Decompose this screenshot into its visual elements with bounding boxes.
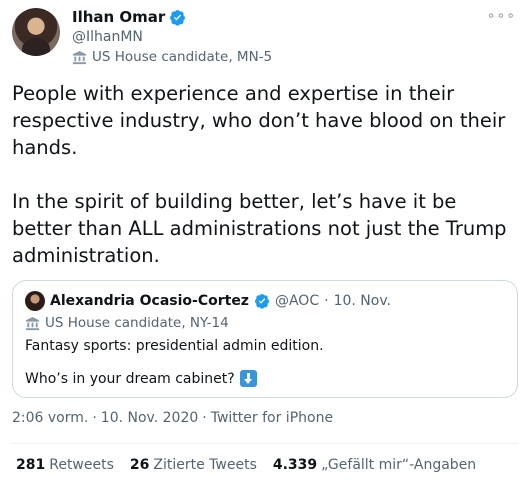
quote-tweets-stat[interactable]: 26 Zitierte Tweets [130,457,257,473]
tweet-date[interactable]: 10. Nov. 2020 [101,410,198,426]
stat-label: Zitierte Tweets [153,457,257,473]
tweet-header: Ilhan Omar @IlhanMN US House candidate, … [12,8,518,68]
stat-number: 26 [129,457,150,473]
author-label-text: US House candidate, MN-5 [92,49,273,65]
quoted-author-label-text: US House candidate, NY-14 [45,315,229,331]
retweets-stat[interactable]: 281 Retweets [16,457,114,473]
tweet-time[interactable]: 2:06 vorm. [12,410,88,426]
quoted-text-line2-row: Who’s in your dream cabinet? [25,370,257,387]
quoted-separator: · [324,293,329,309]
quoted-tweet-header: Alexandria Ocasio-Cortez @AOC · 10. Nov. [25,291,391,311]
quoted-date: 10. Nov. [333,293,391,309]
quoted-avatar [25,291,45,311]
tweet-text: People with experience and expertise in … [12,82,507,267]
author-name-row[interactable]: Ilhan Omar [72,8,186,26]
quoted-author-label: US House candidate, NY-14 [25,315,229,331]
meta-separator: · [92,410,97,426]
quoted-author-handle: @AOC [274,293,320,309]
stat-label: Retweets [49,457,114,473]
likes-stat[interactable]: 4.339 „Gefällt mir“-Angaben [273,457,476,473]
tweet-meta: 2:06 vorm. · 10. Nov. 2020 · Twitter for… [12,410,333,426]
author-name[interactable]: Ilhan Omar [72,8,165,26]
down-arrow-icon [239,370,257,387]
tweet-stats: 281 Retweets 26 Zitierte Tweets 4.339 „G… [16,457,476,473]
quoted-text-line2: Who’s in your dream cabinet? [25,370,235,387]
government-building-icon [25,316,40,330]
avatar[interactable] [12,8,60,56]
more-dots-icon[interactable]: ∘∘∘ [487,8,516,24]
author-handle[interactable]: @IlhanMN [72,29,143,45]
stat-number: 281 [16,457,46,473]
meta-separator: · [202,410,207,426]
tweet-source[interactable]: Twitter for iPhone [211,410,333,426]
stat-number: 4.339 [272,457,318,473]
quoted-tweet[interactable]: Alexandria Ocasio-Cortez @AOC · 10. Nov.… [12,280,518,398]
government-building-icon [72,50,87,64]
author-label: US House candidate, MN-5 [72,49,272,65]
divider [12,443,518,444]
verified-badge-icon [254,294,269,309]
quoted-author-name: Alexandria Ocasio-Cortez [50,293,249,309]
stat-label: „Gefällt mir“-Angaben [321,457,477,473]
verified-badge-icon [170,9,186,26]
quoted-text-line1: Fantasy sports: presidential admin editi… [25,338,324,354]
